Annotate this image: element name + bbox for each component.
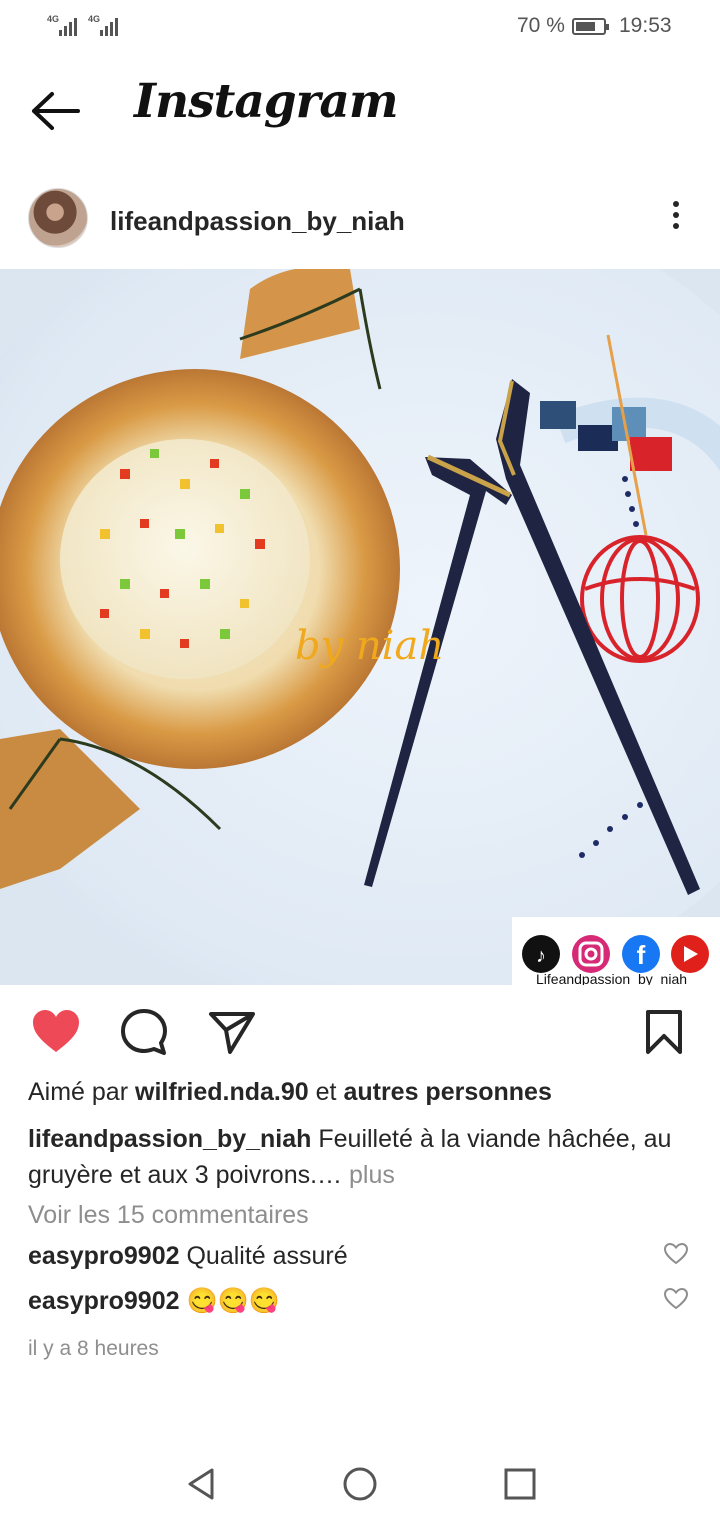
comment-item: easypro9902 Qualité assuré: [28, 1242, 348, 1271]
svg-text:f: f: [637, 940, 646, 970]
signal-2-icon: [100, 18, 118, 36]
likes-others[interactable]: autres personnes: [343, 1078, 551, 1106]
heart-filled-icon: [33, 1010, 79, 1052]
avatar[interactable]: [28, 188, 88, 248]
comment-username[interactable]: easypro9902: [28, 1287, 180, 1315]
more-options-button[interactable]: [660, 198, 692, 238]
battery-icon: [572, 18, 609, 35]
likes-prefix: Aimé par: [28, 1078, 129, 1106]
social-tag-text: Lifeandpassion_by_niah: [536, 971, 687, 985]
clock: 19:53: [619, 14, 672, 37]
caption-username[interactable]: lifeandpassion_by_niah: [28, 1125, 311, 1153]
send-icon: [209, 1012, 255, 1054]
square-recents-icon[interactable]: [500, 1464, 540, 1504]
share-button[interactable]: [206, 1006, 258, 1058]
post-username[interactable]: lifeandpassion_by_niah: [110, 206, 405, 237]
instagram-icon: [572, 935, 610, 973]
caption: lifeandpassion_by_niah Feuilleté à la vi…: [28, 1121, 698, 1193]
comment-icon: [121, 1009, 167, 1055]
comment-text: Qualité assuré: [186, 1242, 348, 1270]
likes-connector: et: [315, 1078, 337, 1106]
comment-button[interactable]: [118, 1006, 170, 1058]
signal-1-icon: [59, 18, 77, 36]
svg-text:♪: ♪: [536, 945, 546, 967]
app-header: Instagram: [0, 60, 720, 160]
view-comments-link[interactable]: Voir les 15 commentaires: [28, 1201, 309, 1230]
app-title: Instagram: [134, 74, 399, 129]
likes-user[interactable]: wilfried.nda.90: [135, 1078, 309, 1106]
battery-percent: 70 %: [517, 14, 565, 37]
comment-text: 😋😋😋: [186, 1287, 280, 1315]
watermark-text: by niah: [295, 623, 444, 669]
post-photo[interactable]: by niah ♪ f Lifeandpassion_by_niah: [0, 269, 720, 985]
system-nav-bar: [0, 1440, 720, 1520]
bookmark-icon: [646, 1010, 682, 1054]
save-button[interactable]: [638, 1006, 690, 1058]
post-header: lifeandpassion_by_niah: [0, 180, 720, 262]
comment-like-icon[interactable]: [663, 1242, 689, 1266]
post-timestamp: il y a 8 heures: [28, 1337, 159, 1360]
food-photo: by niah ♪ f Lifeandpassion_by_niah: [0, 269, 720, 985]
comment-like-icon[interactable]: [663, 1287, 689, 1311]
arrow-left-icon: [32, 92, 80, 130]
triangle-back-icon[interactable]: [182, 1464, 222, 1504]
circle-home-icon[interactable]: [340, 1464, 380, 1504]
caption-more-link[interactable]: plus: [349, 1161, 395, 1189]
like-button[interactable]: [30, 1006, 82, 1058]
post-actions: [0, 1000, 720, 1064]
more-vertical-icon: [660, 201, 692, 229]
comment-item: easypro9902 😋😋😋: [28, 1287, 280, 1316]
back-button[interactable]: [28, 86, 84, 136]
likes-summary[interactable]: Aimé par wilfried.nda.90 et autres perso…: [28, 1078, 552, 1107]
status-bar: 4G 4G 70 % 19:53: [0, 0, 720, 56]
comment-username[interactable]: easypro9902: [28, 1242, 180, 1270]
